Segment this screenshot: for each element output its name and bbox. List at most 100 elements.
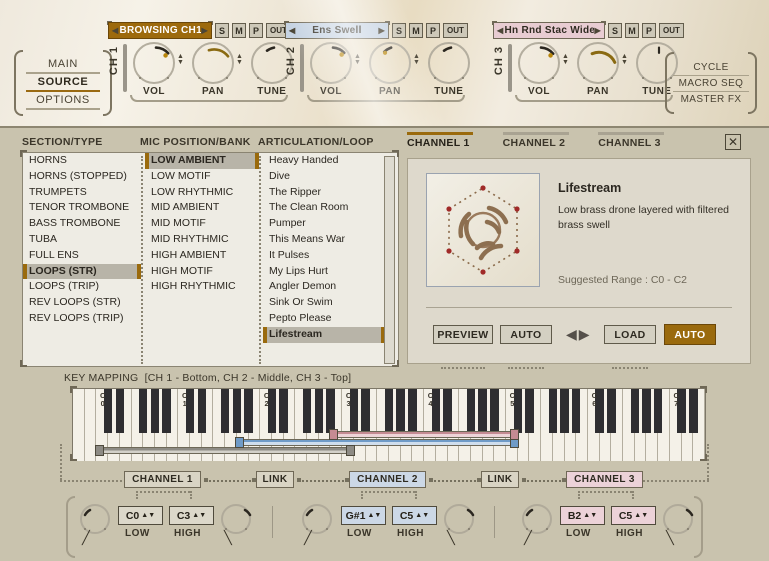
piano-white-key[interactable] [73, 389, 85, 461]
piano-black-key[interactable] [607, 389, 616, 433]
ch3-pan-knob[interactable] [576, 42, 619, 84]
list-item[interactable]: MID RHYTHMIC [145, 232, 259, 248]
piano-black-key[interactable] [466, 389, 476, 433]
piano-black-key[interactable] [443, 389, 452, 433]
list-item[interactable]: It Pulses [263, 248, 385, 264]
nav-item-source[interactable]: SOURCE [26, 74, 100, 92]
footer-chip-channel-2[interactable]: CHANNEL 2 [349, 471, 426, 488]
load-button[interactable]: LOAD [604, 325, 656, 344]
ch3-preset-selector[interactable]: ◀ Hn Rnd Stac Wide ▶ [492, 21, 606, 39]
ch2-vol-knob[interactable] [310, 42, 352, 84]
piano-black-key[interactable] [361, 389, 370, 433]
key-range-bar[interactable] [236, 439, 518, 446]
ch3-low-stepper[interactable]: B2 ▲▼ [560, 506, 605, 525]
list-item[interactable]: TUBA [23, 232, 141, 248]
preview-auto-button[interactable]: AUTO [500, 325, 552, 344]
ch1-pan-knob[interactable] [191, 42, 234, 84]
key-range-handle-low[interactable] [235, 437, 245, 448]
ch2-output-button[interactable]: OUT [443, 23, 468, 38]
key-range-handle-low[interactable] [329, 429, 339, 440]
piano-black-key[interactable] [232, 389, 242, 433]
ch3-prev-icon[interactable]: ◀ [496, 26, 504, 35]
key-range-handle-high[interactable] [345, 445, 355, 456]
ch3-solo-button[interactable]: S [608, 23, 622, 38]
ch3-low-spinner-icon[interactable]: ▲▼ [583, 512, 597, 519]
piano-black-key[interactable] [115, 389, 125, 433]
piano-black-key[interactable] [384, 389, 394, 433]
tab-channel-1[interactable]: CHANNEL 1 [407, 132, 473, 149]
prev-preset-icon[interactable]: ◀ [566, 326, 577, 343]
piano-black-key[interactable] [302, 389, 312, 433]
list-item[interactable]: The Clean Room [263, 200, 385, 216]
ch2-solo-button[interactable]: S [392, 23, 406, 38]
load-auto-button[interactable]: AUTO [664, 324, 716, 345]
list-item[interactable]: MID MOTIF [145, 216, 259, 232]
list-item[interactable]: Pumper [263, 216, 385, 232]
ch2-high-stepper[interactable]: C5 ▲▼ [392, 506, 437, 525]
browser-scrollbar[interactable] [384, 156, 395, 364]
piano-black-key[interactable] [525, 389, 534, 433]
list-item[interactable]: HIGH MOTIF [145, 264, 259, 280]
list-item[interactable]: BASS TROMBONE [23, 216, 141, 232]
ch2-mute-button[interactable]: M [409, 23, 423, 38]
ch3-next-icon[interactable]: ▶ [594, 26, 602, 35]
list-item-selected[interactable]: LOW AMBIENT [145, 153, 259, 169]
list-item[interactable]: Sink Or Swim [263, 295, 385, 311]
list-item[interactable]: This Means War [263, 232, 385, 248]
ch1-vol-knob[interactable] [133, 42, 175, 84]
tab-channel-2[interactable]: CHANNEL 2 [502, 132, 569, 149]
ch2-tune-knob[interactable] [427, 42, 470, 84]
piano-black-key[interactable] [689, 389, 698, 433]
piano-black-key[interactable] [279, 389, 288, 433]
ch1-solo-button[interactable]: S [215, 23, 229, 38]
piano-black-key[interactable] [408, 389, 417, 433]
ch3-high-stepper[interactable]: C5 ▲▼ [611, 506, 656, 525]
ch2-low-stepper[interactable]: G#1 ▲▼ [341, 506, 386, 525]
list-item[interactable]: LOOPS (TRIP) [23, 279, 141, 295]
menu-item-macro-seq[interactable]: MACRO SEQ [672, 76, 750, 92]
key-range-bar[interactable] [330, 431, 518, 438]
ch3-high-spinner-icon[interactable]: ▲▼ [634, 512, 648, 519]
menu-item-cycle[interactable]: CYCLE [672, 60, 750, 76]
link-button-1[interactable]: LINK [256, 471, 294, 488]
ch3-purge-button[interactable]: P [642, 23, 656, 38]
ch3-mute-button[interactable]: M [625, 23, 639, 38]
ch1-preset-selector[interactable]: ◀ BROWSING CH1 ▶ [107, 21, 213, 39]
list-item[interactable]: REV LOOPS (TRIP) [23, 311, 141, 327]
ch1-low-stepper[interactable]: C0 ▲▼ [118, 506, 163, 525]
piano-black-key[interactable] [642, 389, 651, 433]
link-button-2[interactable]: LINK [481, 471, 519, 488]
piano-black-key[interactable] [548, 389, 558, 433]
list-item[interactable]: HIGH RHYTHMIC [145, 279, 259, 295]
ch2-preset-selector[interactable]: ◀ Ens Swell ▶ [284, 21, 390, 39]
ch1-mute-button[interactable]: M [232, 23, 246, 38]
list-item[interactable]: HORNS (STOPPED) [23, 169, 141, 185]
nav-item-main[interactable]: MAIN [26, 56, 100, 74]
piano-keyboard[interactable]: C0 C1 C2 C3 C4 C5 C6 C7 [72, 388, 706, 461]
ch1-low-spinner-icon[interactable]: ▲▼ [141, 512, 155, 519]
list-item[interactable]: REV LOOPS (STR) [23, 295, 141, 311]
piano-black-key[interactable] [197, 389, 206, 433]
ch1-prev-icon[interactable]: ◀ [111, 26, 119, 35]
piano-black-key[interactable] [139, 389, 148, 433]
list-item[interactable]: The Ripper [263, 185, 385, 201]
piano-black-key[interactable] [653, 389, 663, 433]
list-item[interactable]: Angler Demon [263, 279, 385, 295]
ch2-purge-button[interactable]: P [426, 23, 440, 38]
ch2-prev-icon[interactable]: ◀ [288, 26, 296, 35]
ch2-pan-knob[interactable] [368, 42, 411, 84]
list-item[interactable]: LOW RHYTHMIC [145, 185, 259, 201]
piano-black-key[interactable] [150, 389, 160, 433]
list-item-selected[interactable]: LOOPS (STR) [23, 263, 141, 280]
piano-black-key[interactable] [478, 389, 487, 433]
nav-item-options[interactable]: OPTIONS [26, 92, 100, 110]
list-item[interactable]: LOW MOTIF [145, 169, 259, 185]
list-item[interactable]: Heavy Handed [263, 153, 385, 169]
list-mic-position[interactable]: LOW AMBIENT LOW MOTIF LOW RHYTHMIC MID A… [145, 153, 259, 295]
list-item-selected[interactable]: Lifestream [263, 326, 385, 343]
list-item[interactable]: FULL ENS [23, 248, 141, 264]
list-item[interactable]: HIGH AMBIENT [145, 248, 259, 264]
preview-button[interactable]: PREVIEW [433, 325, 493, 344]
piano-black-key[interactable] [560, 389, 569, 433]
ch1-high-spinner-icon[interactable]: ▲▼ [192, 512, 206, 519]
